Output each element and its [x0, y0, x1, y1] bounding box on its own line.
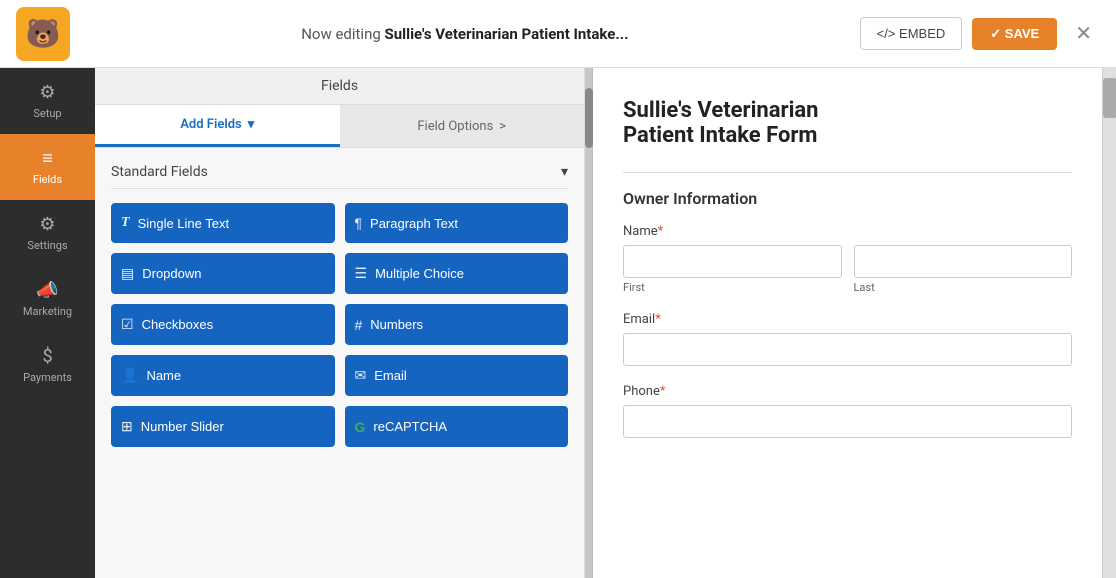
sidebar: ⚙ Setup ≡ Fields ⚙ Settings 📣 Marketing …	[0, 68, 95, 578]
field-btn-numbers[interactable]: # Numbers	[345, 304, 569, 345]
single-line-text-icon: T	[121, 215, 130, 231]
logo-area: 🐻	[16, 7, 70, 61]
field-btn-recaptcha-label: reCAPTCHA	[373, 419, 447, 434]
field-btn-number-slider-label: Number Slider	[141, 419, 224, 434]
sidebar-label-fields: Fields	[33, 173, 62, 186]
tab-field-options-label: Field Options	[417, 119, 493, 134]
form-group-phone: Phone*	[623, 384, 1072, 438]
phone-input[interactable]	[623, 405, 1072, 438]
phone-field-label: Phone*	[623, 384, 1072, 399]
field-buttons-grid: T Single Line Text ¶ Paragraph Text ▤ Dr…	[111, 203, 568, 447]
name-row: First Last	[623, 245, 1072, 294]
owner-info-title: Owner Information	[623, 189, 1072, 208]
numbers-icon: #	[355, 317, 363, 333]
middle-panel: Fields Add Fields ▾ Field Options > Stan…	[95, 68, 585, 578]
close-button[interactable]: ✕	[1067, 17, 1100, 50]
field-btn-single-line-text[interactable]: T Single Line Text	[111, 203, 335, 243]
field-btn-dropdown-label: Dropdown	[142, 266, 201, 281]
form-name-label: Sullie's Veterinarian Patient Intake...	[385, 25, 629, 43]
sidebar-item-settings[interactable]: ⚙ Settings	[0, 200, 95, 266]
multiple-choice-icon: ☰	[355, 265, 368, 282]
first-name-input[interactable]	[623, 245, 842, 278]
sidebar-label-settings: Settings	[27, 239, 67, 252]
sidebar-item-setup[interactable]: ⚙ Setup	[0, 68, 95, 134]
field-tabs: Add Fields ▾ Field Options >	[95, 105, 584, 148]
sidebar-label-setup: Setup	[33, 107, 61, 120]
fields-icon: ≡	[42, 148, 53, 169]
field-btn-paragraph-text[interactable]: ¶ Paragraph Text	[345, 203, 569, 243]
field-btn-name-label: Name	[146, 368, 181, 383]
tab-add-fields-label: Add Fields	[180, 117, 241, 132]
field-btn-name[interactable]: 👤 Name	[111, 355, 335, 396]
tab-field-options[interactable]: Field Options >	[340, 105, 585, 147]
scroll-bar[interactable]	[585, 68, 593, 578]
topbar: 🐻 Now editing Sullie's Veterinarian Pati…	[0, 0, 1116, 68]
field-btn-email[interactable]: ✉ Email	[345, 355, 569, 396]
fields-panel-header: Fields	[95, 68, 584, 105]
form-preview: Sullie's Veterinarian Patient Intake For…	[593, 68, 1102, 578]
field-btn-multiple-choice-label: Multiple Choice	[375, 266, 464, 281]
tab-add-fields-arrow: ▾	[248, 117, 255, 132]
sidebar-item-marketing[interactable]: 📣 Marketing	[0, 266, 95, 332]
field-btn-paragraph-text-label: Paragraph Text	[370, 216, 458, 231]
field-btn-single-line-text-label: Single Line Text	[138, 216, 230, 231]
field-btn-multiple-choice[interactable]: ☰ Multiple Choice	[345, 253, 569, 294]
number-slider-icon: ⊞	[121, 418, 133, 435]
field-btn-dropdown[interactable]: ▤ Dropdown	[111, 253, 335, 294]
save-button[interactable]: ✓ SAVE	[972, 18, 1057, 50]
field-btn-numbers-label: Numbers	[370, 317, 423, 332]
topbar-title: Now editing Sullie's Veterinarian Patien…	[70, 25, 860, 43]
field-btn-number-slider[interactable]: ⊞ Number Slider	[111, 406, 335, 447]
required-star: *	[658, 224, 664, 239]
payments-icon: $	[42, 346, 52, 367]
last-name-sub-label: Last	[854, 281, 1073, 294]
main-layout: ⚙ Setup ≡ Fields ⚙ Settings 📣 Marketing …	[0, 68, 1116, 578]
paragraph-text-icon: ¶	[355, 215, 363, 231]
name-field-label: Name*	[623, 224, 1072, 239]
field-btn-checkboxes[interactable]: ☑ Checkboxes	[111, 304, 335, 345]
field-btn-email-label: Email	[374, 368, 407, 383]
first-name-field: First	[623, 245, 842, 294]
required-star-email: *	[655, 312, 661, 327]
right-scrollbar[interactable]	[1102, 68, 1116, 578]
tab-field-options-arrow: >	[499, 119, 506, 134]
fields-content: Standard Fields ▾ T Single Line Text ¶ P…	[95, 148, 584, 578]
email-field-label: Email*	[623, 312, 1072, 327]
last-name-input[interactable]	[854, 245, 1073, 278]
dropdown-icon: ▤	[121, 265, 134, 282]
last-name-field: Last	[854, 245, 1073, 294]
first-name-sub-label: First	[623, 281, 842, 294]
name-icon: 👤	[121, 367, 138, 384]
standard-fields-header: Standard Fields ▾	[111, 164, 568, 189]
sidebar-label-marketing: Marketing	[23, 305, 72, 318]
checkboxes-icon: ☑	[121, 316, 134, 333]
standard-fields-label: Standard Fields	[111, 164, 208, 180]
field-btn-checkboxes-label: Checkboxes	[142, 317, 214, 332]
section-chevron-icon: ▾	[561, 164, 568, 180]
sidebar-item-payments[interactable]: $ Payments	[0, 332, 95, 398]
tab-add-fields[interactable]: Add Fields ▾	[95, 105, 340, 147]
setup-icon: ⚙	[39, 82, 55, 103]
app-logo: 🐻	[16, 7, 70, 61]
sidebar-label-payments: Payments	[23, 371, 72, 384]
field-btn-recaptcha[interactable]: G reCAPTCHA	[345, 406, 569, 447]
recaptcha-icon: G	[355, 419, 366, 435]
settings-icon: ⚙	[39, 214, 55, 235]
email-input[interactable]	[623, 333, 1072, 366]
marketing-icon: 📣	[36, 280, 58, 301]
form-group-email: Email*	[623, 312, 1072, 366]
form-group-name: Name* First Last	[623, 224, 1072, 294]
sidebar-item-fields[interactable]: ≡ Fields	[0, 134, 95, 200]
form-divider	[623, 172, 1072, 173]
email-icon: ✉	[355, 367, 367, 384]
form-title: Sullie's Veterinarian Patient Intake For…	[623, 98, 1072, 148]
required-star-phone: *	[660, 384, 666, 399]
embed-button[interactable]: </> EMBED	[860, 17, 963, 50]
topbar-actions: </> EMBED ✓ SAVE ✕	[860, 17, 1100, 50]
